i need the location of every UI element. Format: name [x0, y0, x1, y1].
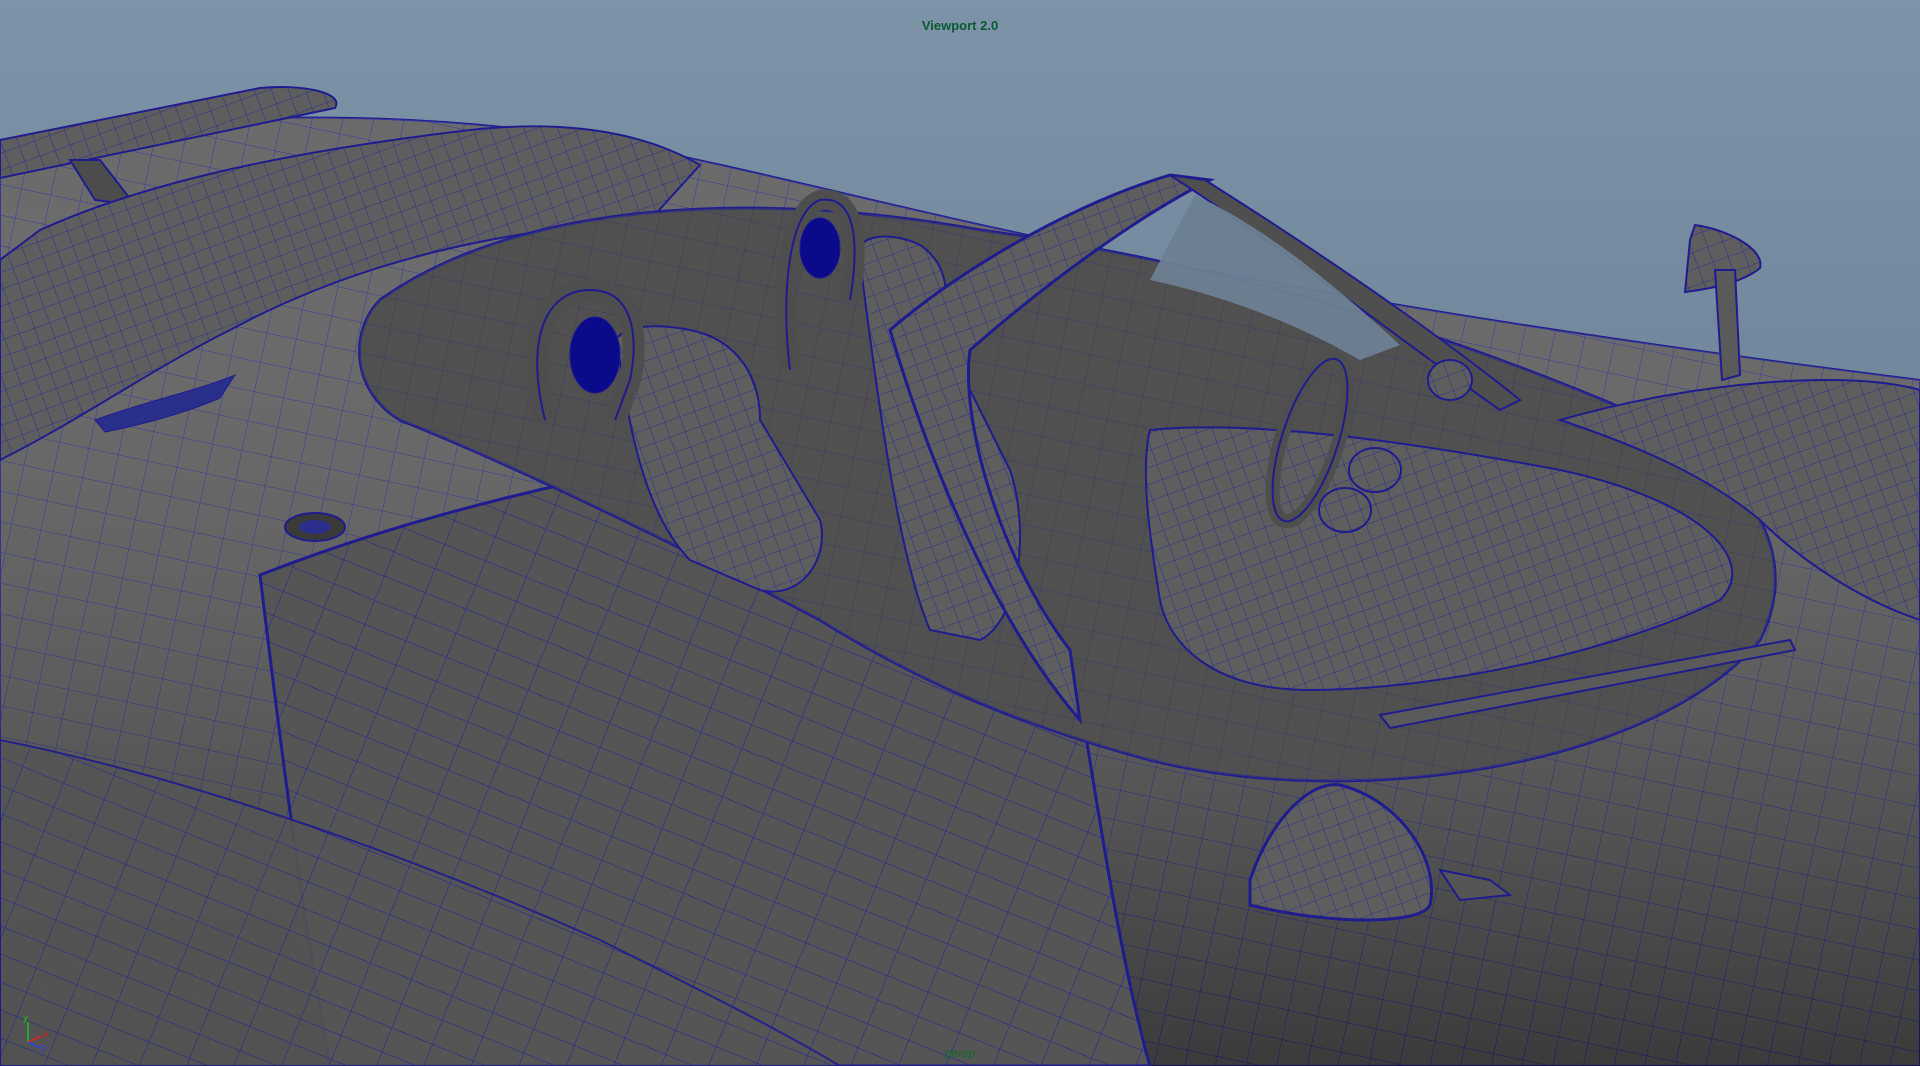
z-axis-label: z — [41, 1043, 46, 1052]
camera-name: persp — [944, 1046, 976, 1060]
x-axis-line — [27, 1035, 43, 1043]
maya-viewport[interactable]: Viewport 2.0 persp y x z — [0, 0, 1920, 1066]
z-axis-line — [27, 1041, 41, 1049]
viewport-title: Viewport 2.0 — [921, 18, 999, 33]
axis-gizmo-icon: y x z — [23, 1013, 48, 1052]
y-axis-label: y — [23, 1013, 28, 1024]
x-axis-label: x — [43, 1029, 48, 1040]
fuel-cap — [284, 512, 346, 542]
scene-render[interactable] — [0, 0, 1920, 1066]
